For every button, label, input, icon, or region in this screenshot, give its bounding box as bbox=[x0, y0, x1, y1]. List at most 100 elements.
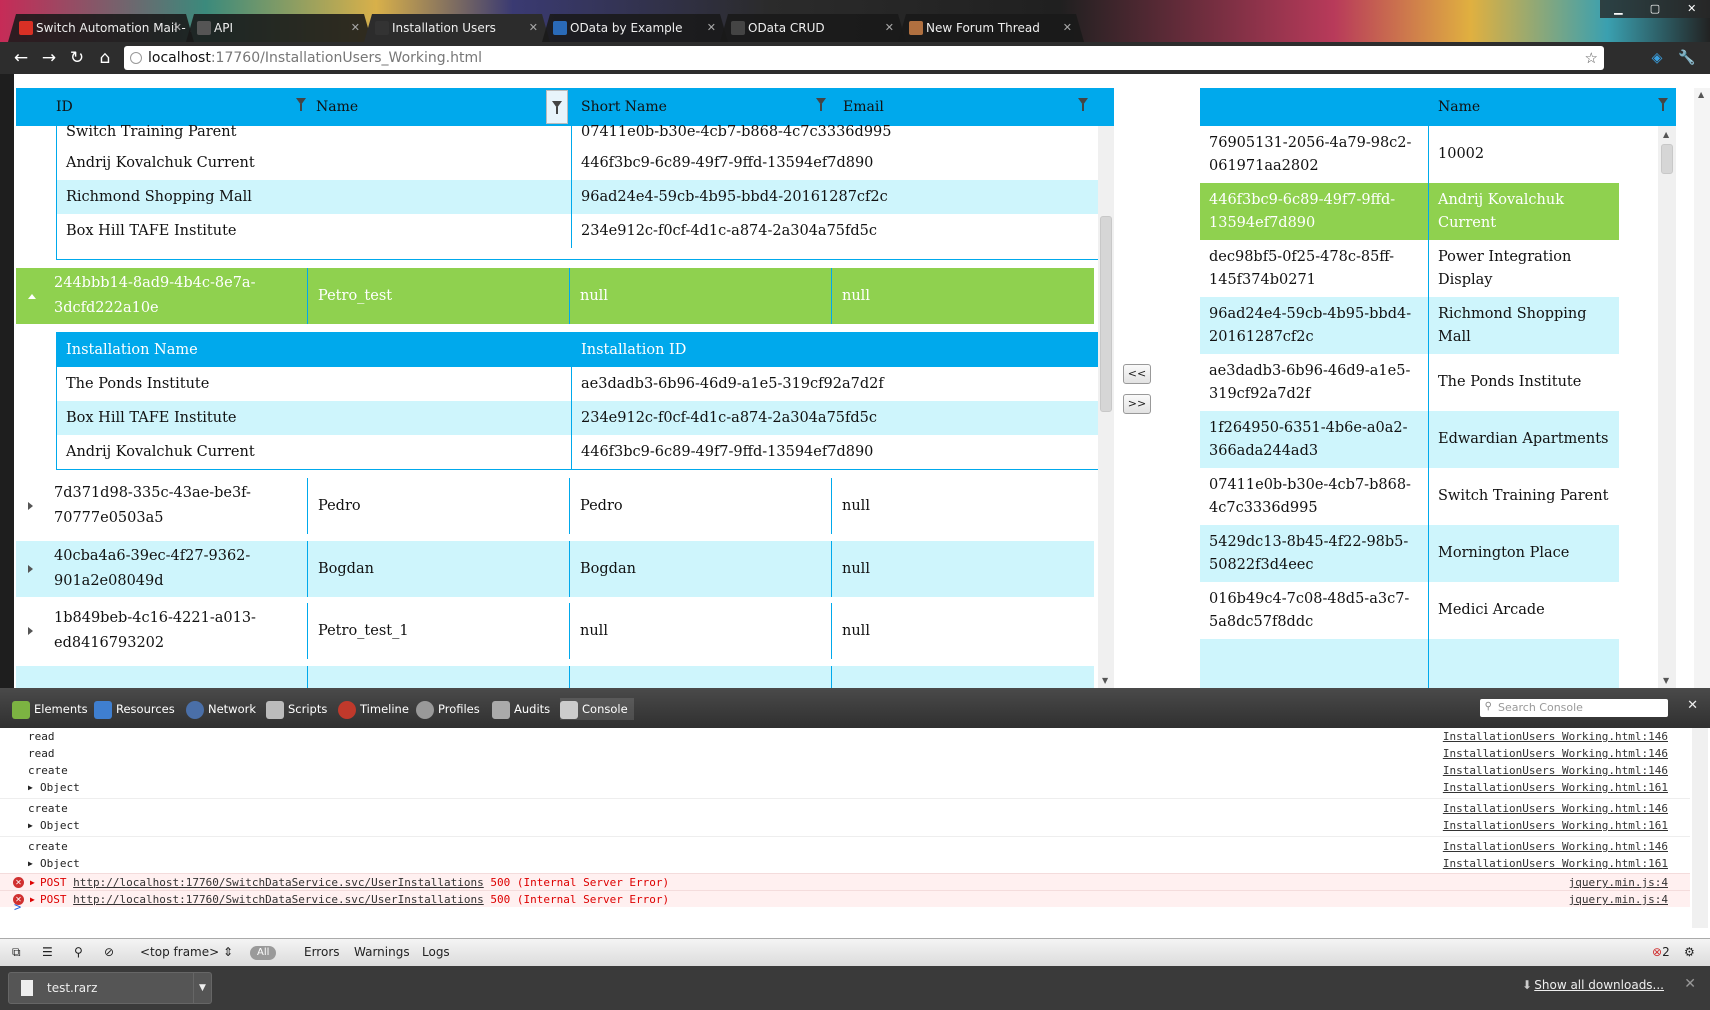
header-installation-name[interactable]: Installation Name bbox=[57, 333, 572, 367]
console-prompt[interactable]: > bbox=[14, 900, 21, 914]
source-link[interactable]: jquery.min.js:4 bbox=[1569, 891, 1668, 908]
panel-timeline[interactable]: Timeline bbox=[338, 698, 409, 720]
panel-profiles[interactable]: Profiles bbox=[416, 698, 480, 720]
back-arrow-icon[interactable]: ← bbox=[10, 47, 32, 69]
scroll-down-icon[interactable]: ▼ bbox=[1663, 676, 1669, 685]
close-tab-icon[interactable]: ✕ bbox=[1063, 14, 1072, 42]
filter-all[interactable]: All bbox=[250, 946, 277, 960]
source-link[interactable]: InstallationUsers Working.html:146 bbox=[1443, 838, 1668, 855]
tab-odata-crud[interactable]: OData CRUD ✕ bbox=[720, 14, 906, 42]
selected-table-row[interactable]: 446f3bc9-6c89-49f7-9ffd- 13594ef7d890 And… bbox=[1200, 183, 1619, 240]
tab-installation-users[interactable]: Installation Users ✕ bbox=[364, 14, 550, 42]
detail-row[interactable]: Andrij Kovalchuk Current 446f3bc9-6c89-4… bbox=[57, 146, 1099, 180]
tab-api[interactable]: API ✕ bbox=[186, 14, 372, 42]
panel-audits[interactable]: Audits bbox=[492, 698, 550, 720]
selected-table-row[interactable]: 244bbb14-8ad9-4b4c-8e7a- 3dcfd222a10e Pet… bbox=[16, 268, 1094, 324]
expand-triangle-icon[interactable]: ▶ bbox=[30, 891, 35, 908]
extension-icon[interactable]: ◈ bbox=[1646, 47, 1668, 69]
settings-gear-icon[interactable]: ⚙ bbox=[1684, 945, 1695, 959]
detail-row[interactable]: Box Hill TAFE Institute 234e912c-f0cf-4d… bbox=[57, 401, 1099, 435]
source-link[interactable]: InstallationUsers Working.html:146 bbox=[1443, 728, 1668, 745]
dock-icon[interactable]: ⧉ bbox=[12, 945, 21, 960]
chevron-down-icon[interactable]: ▼ bbox=[193, 973, 211, 1003]
console-object[interactable]: ▶ Object InstallationUsers Working.html:… bbox=[0, 855, 1690, 872]
detail-row[interactable]: Andrij Kovalchuk Current 446f3bc9-6c89-4… bbox=[57, 435, 1099, 469]
panel-scripts[interactable]: Scripts bbox=[266, 698, 327, 720]
console-drawer-icon[interactable]: ☰ bbox=[42, 945, 53, 959]
console-object[interactable]: ▶ Object InstallationUsers Working.html:… bbox=[0, 779, 1690, 796]
close-shelf-icon[interactable]: ✕ bbox=[1684, 976, 1696, 992]
expand-triangle-icon[interactable]: ▶ bbox=[28, 779, 33, 796]
header-installation-id[interactable]: Installation ID bbox=[572, 333, 1101, 367]
download-item[interactable]: test.rarz ▼ bbox=[8, 972, 212, 1004]
expand-row-icon[interactable] bbox=[28, 565, 33, 573]
bookmark-star-icon[interactable]: ☆ bbox=[1585, 46, 1598, 70]
filter-icon[interactable] bbox=[816, 98, 826, 111]
source-link[interactable]: jquery.min.js:4 bbox=[1569, 874, 1668, 891]
page-scrollbar[interactable]: ▲ bbox=[1694, 88, 1710, 688]
close-tab-icon[interactable]: ✕ bbox=[529, 14, 538, 42]
close-devtools-icon[interactable]: ✕ bbox=[1687, 698, 1698, 713]
move-left-button[interactable]: << bbox=[1123, 364, 1151, 384]
expand-row-icon[interactable] bbox=[28, 627, 33, 635]
detail-row[interactable]: Switch Training Parent 07411e0b-b30e-4cb… bbox=[57, 118, 1099, 146]
tab-new-forum-thread[interactable]: New Forum Thread ✕ bbox=[898, 14, 1084, 42]
clear-console-icon[interactable]: ⊘ bbox=[104, 945, 114, 959]
request-url[interactable]: http://localhost:17760/SwitchDataService… bbox=[73, 893, 484, 906]
detail-row[interactable]: Box Hill TAFE Institute 234e912c-f0cf-4d… bbox=[57, 214, 1099, 248]
filter-icon[interactable] bbox=[1658, 98, 1668, 111]
home-icon[interactable]: ⌂ bbox=[94, 47, 116, 69]
table-row[interactable]: 07411e0b-b30e-4cb7-b868- 4c7c3336d995 Swi… bbox=[1200, 468, 1619, 525]
panel-network[interactable]: Network bbox=[186, 698, 256, 720]
request-url[interactable]: http://localhost:17760/SwitchDataService… bbox=[73, 876, 484, 889]
expand-triangle-icon[interactable]: ▶ bbox=[30, 874, 35, 891]
window-close-icon[interactable]: ✕ bbox=[1673, 0, 1710, 18]
filter-icon[interactable] bbox=[1078, 98, 1088, 111]
close-tab-icon[interactable]: ✕ bbox=[351, 14, 360, 42]
expand-triangle-icon[interactable]: ▶ bbox=[28, 817, 33, 834]
maximize-icon[interactable]: ▢ bbox=[1636, 0, 1674, 18]
table-row-partial[interactable] bbox=[16, 666, 1094, 688]
panel-resources[interactable]: Resources bbox=[94, 698, 175, 720]
detail-row[interactable]: The Ponds Institute ae3dadb3-6b96-46d9-a… bbox=[57, 367, 1099, 401]
grid-scrollbar[interactable]: ▼ bbox=[1098, 126, 1114, 688]
expand-triangle-icon[interactable]: ▶ bbox=[28, 855, 33, 872]
error-count-icon[interactable]: ⊗2 bbox=[1652, 945, 1670, 959]
source-link[interactable]: InstallationUsers Working.html:146 bbox=[1443, 745, 1668, 762]
table-row[interactable]: 7d371d98-335c-43ae-be3f- 70777e0503a5 Ped… bbox=[16, 478, 1094, 534]
installations-scrollbar[interactable]: ▲ ▼ bbox=[1658, 126, 1676, 688]
wrench-icon[interactable]: 🔧 bbox=[1676, 47, 1698, 69]
table-row[interactable]: 76905131-2056-4a79-98c2- 061971aa2802 100… bbox=[1200, 126, 1619, 183]
filter-warnings[interactable]: Warnings bbox=[354, 945, 410, 959]
filter-logs[interactable]: Logs bbox=[422, 945, 450, 959]
search-icon[interactable]: ⚲ bbox=[74, 945, 83, 959]
scroll-thumb[interactable] bbox=[1661, 144, 1673, 174]
tab-odata-example[interactable]: OData by Example ✕ bbox=[542, 14, 728, 42]
close-tab-icon[interactable]: ✕ bbox=[173, 14, 182, 42]
source-link[interactable]: InstallationUsers Working.html:161 bbox=[1443, 817, 1668, 834]
table-row-partial[interactable] bbox=[1200, 639, 1619, 688]
source-link[interactable]: InstallationUsers Working.html:161 bbox=[1443, 779, 1668, 796]
reload-icon[interactable]: ↻ bbox=[66, 47, 88, 69]
close-tab-icon[interactable]: ✕ bbox=[885, 14, 894, 42]
scroll-up-icon[interactable]: ▲ bbox=[1698, 90, 1704, 99]
collapse-row-icon[interactable] bbox=[28, 294, 36, 299]
filter-icon[interactable] bbox=[296, 98, 306, 111]
panel-console[interactable]: Console bbox=[560, 698, 634, 720]
console-object[interactable]: ▶ Object InstallationUsers Working.html:… bbox=[0, 817, 1690, 834]
source-link[interactable]: InstallationUsers Working.html:146 bbox=[1443, 800, 1668, 817]
move-right-button[interactable]: >> bbox=[1123, 394, 1151, 414]
address-bar[interactable]: localhost:17760/InstallationUsers_Workin… bbox=[124, 46, 1604, 70]
filter-errors[interactable]: Errors bbox=[304, 945, 340, 959]
table-row[interactable]: ae3dadb3-6b96-46d9-a1e5- 319cf92a7d2f The… bbox=[1200, 354, 1619, 411]
table-row[interactable]: 1f264950-6351-4b6e-a0a2- 366ada244ad3 Edw… bbox=[1200, 411, 1619, 468]
header-name[interactable]: Name bbox=[1438, 88, 1480, 126]
scroll-down-icon[interactable]: ▼ bbox=[1102, 676, 1108, 685]
table-row[interactable]: 5429dc13-8b45-4f22-98b5- 50822f3d4eec Mor… bbox=[1200, 525, 1619, 582]
minimize-icon[interactable]: ▁ bbox=[1600, 0, 1637, 18]
table-row[interactable]: 40cba4a6-39ec-4f27-9362- 901a2e08049d Bog… bbox=[16, 541, 1094, 597]
show-all-downloads-link[interactable]: Show all downloads... bbox=[1534, 978, 1664, 992]
source-link[interactable]: InstallationUsers Working.html:161 bbox=[1443, 855, 1668, 872]
console-scrollbar[interactable] bbox=[1692, 728, 1708, 928]
scroll-thumb[interactable] bbox=[1100, 216, 1112, 412]
